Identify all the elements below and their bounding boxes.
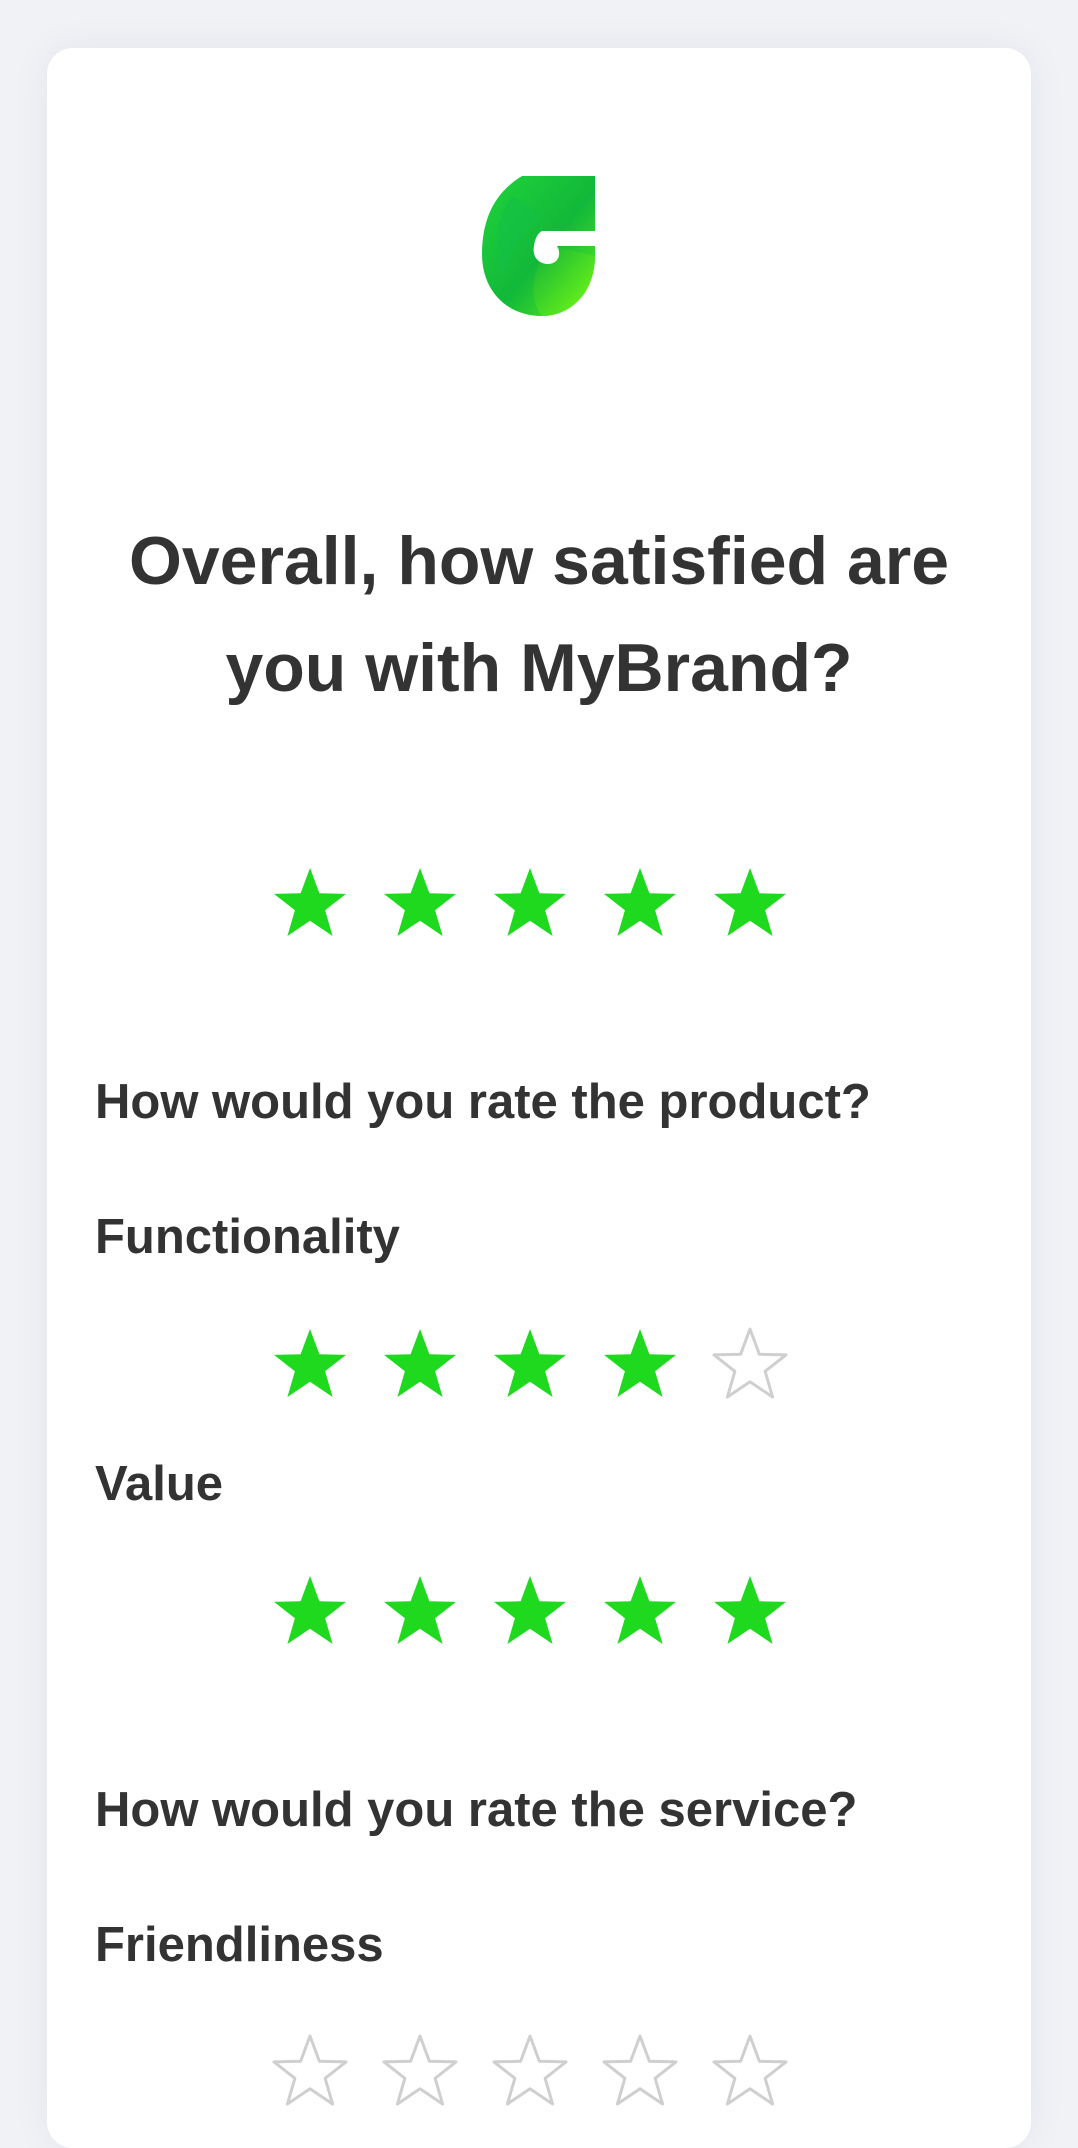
friendliness-rating-stars[interactable]: [270, 2032, 790, 2112]
star-empty-icon[interactable]: [270, 2032, 350, 2112]
star-filled-icon[interactable]: [270, 1572, 350, 1652]
value-rating-stars[interactable]: [270, 1572, 790, 1652]
star-empty-icon[interactable]: [490, 2032, 570, 2112]
star-empty-icon[interactable]: [600, 2032, 680, 2112]
functionality-label: Functionality: [95, 1210, 400, 1264]
friendliness-label: Friendliness: [95, 1918, 384, 1972]
star-filled-icon[interactable]: [710, 864, 790, 944]
service-section-heading: How would you rate the service?: [95, 1783, 858, 1837]
star-filled-icon[interactable]: [380, 864, 460, 944]
overall-rating-stars[interactable]: [270, 864, 790, 944]
star-empty-icon[interactable]: [710, 2032, 790, 2112]
star-filled-icon[interactable]: [490, 864, 570, 944]
star-filled-icon[interactable]: [600, 1572, 680, 1652]
functionality-rating-stars[interactable]: [270, 1325, 790, 1405]
star-filled-icon[interactable]: [600, 864, 680, 944]
star-filled-icon[interactable]: [490, 1325, 570, 1405]
star-empty-icon[interactable]: [380, 2032, 460, 2112]
star-filled-icon[interactable]: [710, 1572, 790, 1652]
value-label: Value: [95, 1457, 224, 1511]
brand-logo: [482, 176, 595, 316]
star-filled-icon[interactable]: [600, 1325, 680, 1405]
star-filled-icon[interactable]: [380, 1572, 460, 1652]
main-question: Overall, how satisfied are you with MyBr…: [128, 523, 950, 706]
star-filled-icon[interactable]: [270, 864, 350, 944]
product-section-heading: How would you rate the product?: [95, 1075, 871, 1129]
star-filled-icon[interactable]: [270, 1325, 350, 1405]
star-filled-icon[interactable]: [380, 1325, 460, 1405]
star-filled-icon[interactable]: [490, 1572, 570, 1652]
star-empty-icon[interactable]: [710, 1325, 790, 1405]
